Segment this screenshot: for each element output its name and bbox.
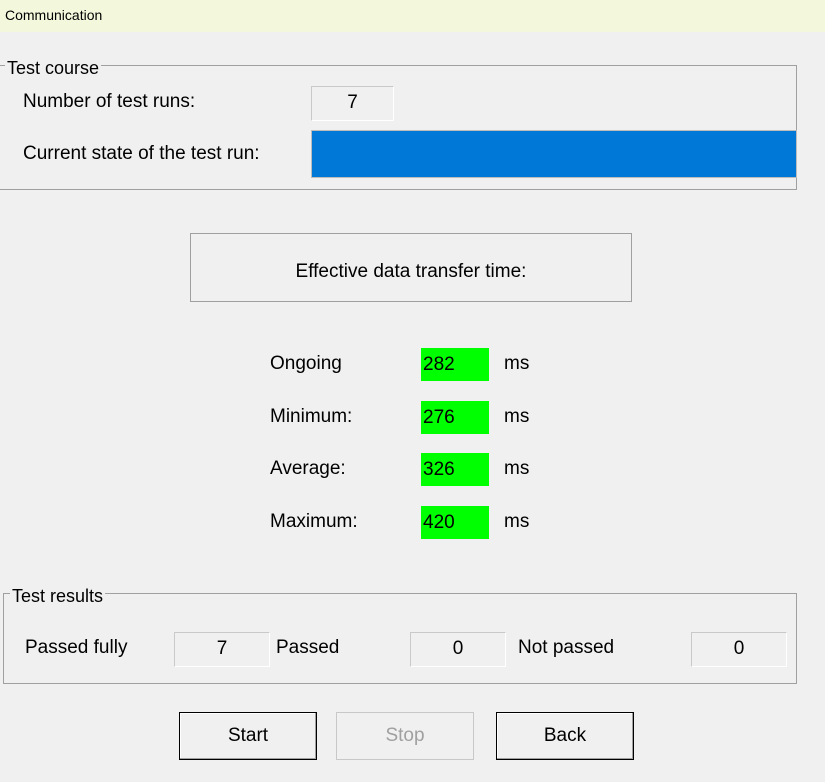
ongoing-label: Ongoing xyxy=(270,353,342,374)
transfer-time-heading: Effective data transfer time: xyxy=(295,261,527,282)
test-course-legend: Test course xyxy=(5,58,102,78)
stop-button: Stop xyxy=(336,712,474,760)
passed-fully-value: 7 xyxy=(174,632,270,667)
start-button[interactable]: Start xyxy=(179,712,317,760)
title-bar: Communication xyxy=(0,0,825,32)
average-unit: ms xyxy=(504,458,530,479)
test-results-legend: Test results xyxy=(10,586,106,606)
average-label: Average: xyxy=(270,458,346,479)
maximum-value: 420 xyxy=(421,506,489,539)
ongoing-value: 282 xyxy=(421,348,489,381)
window-title: Communication xyxy=(5,7,103,23)
minimum-label: Minimum: xyxy=(270,406,353,427)
minimum-value: 276 xyxy=(421,401,489,434)
ongoing-unit: ms xyxy=(504,353,530,374)
progress-fill xyxy=(312,131,796,177)
test-runs-label: Number of test runs: xyxy=(23,91,196,112)
test-run-progress-bar xyxy=(311,130,797,178)
transfer-time-heading-box: Effective data transfer time: xyxy=(190,233,632,302)
not-passed-label: Not passed xyxy=(518,637,615,658)
maximum-label: Maximum: xyxy=(270,511,358,532)
passed-fully-label: Passed fully xyxy=(25,637,128,658)
back-button[interactable]: Back xyxy=(496,712,634,760)
not-passed-value: 0 xyxy=(691,632,787,667)
average-value: 326 xyxy=(421,453,489,486)
maximum-unit: ms xyxy=(504,511,530,532)
passed-value: 0 xyxy=(410,632,506,667)
minimum-unit: ms xyxy=(504,406,530,427)
current-state-label: Current state of the test run: xyxy=(23,143,260,164)
passed-label: Passed xyxy=(276,637,340,658)
test-runs-value: 7 xyxy=(311,86,394,121)
